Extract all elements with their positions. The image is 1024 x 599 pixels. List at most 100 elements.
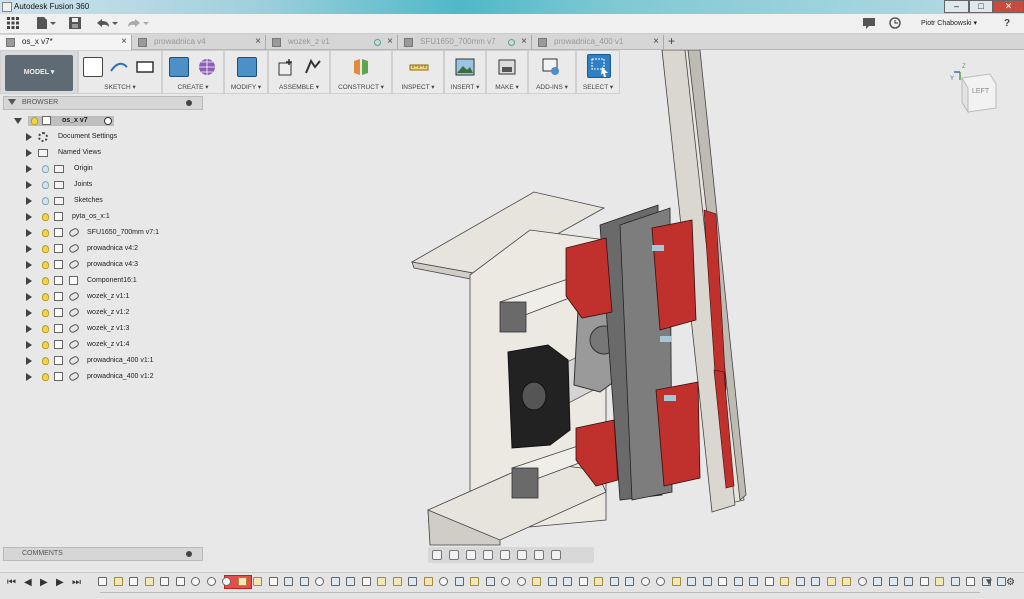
timeline-feature-icon[interactable]	[904, 577, 913, 586]
timeline-feature-icon[interactable]	[811, 577, 820, 586]
fit-icon[interactable]	[500, 550, 510, 560]
timeline-marker-icon[interactable]: ▼	[984, 578, 994, 588]
expand-icon[interactable]	[14, 118, 22, 124]
display-settings-icon[interactable]	[517, 550, 527, 560]
expand-icon[interactable]	[26, 261, 32, 269]
visibility-bulb-icon[interactable]	[42, 245, 49, 253]
close-tab-icon[interactable]: ×	[653, 35, 659, 49]
create-sketch-icon[interactable]	[83, 57, 103, 77]
activate-radio-icon[interactable]	[104, 117, 112, 125]
timeline-feature-icon[interactable]	[842, 577, 851, 586]
browser-item[interactable]: wozek_z v1:2	[22, 306, 172, 319]
visibility-bulb-icon[interactable]	[31, 117, 38, 125]
browser-item[interactable]: wozek_z v1:4	[22, 338, 172, 351]
play-icon[interactable]: ▶	[40, 578, 48, 588]
view-cube[interactable]: LEFT Z Y	[950, 64, 1002, 118]
3d-viewport[interactable]	[205, 49, 1024, 562]
timeline-feature-icon[interactable]	[594, 577, 603, 586]
expand-icon[interactable]	[26, 229, 32, 237]
minimize-button[interactable]: –	[944, 0, 969, 13]
timeline-feature-icon[interactable]	[268, 577, 278, 586]
rectangle-icon[interactable]	[135, 57, 155, 77]
timeline-feature-icon[interactable]	[315, 577, 324, 586]
timeline-feature-icon[interactable]	[780, 577, 789, 586]
timeline-feature-icon[interactable]	[656, 577, 665, 586]
options-icon[interactable]	[186, 100, 192, 106]
timeline-feature-icon[interactable]	[237, 577, 247, 586]
timeline-feature-icon[interactable]	[299, 577, 309, 586]
timeline-feature-icon[interactable]	[671, 577, 681, 586]
help-menu[interactable]: ?	[996, 17, 1018, 30]
expand-icon[interactable]	[26, 165, 32, 173]
notifications-icon[interactable]	[862, 17, 876, 30]
expand-icon[interactable]	[26, 197, 32, 205]
expand-icon[interactable]	[26, 149, 32, 157]
timeline-feature-icon[interactable]	[516, 577, 526, 586]
tab-wozek-z-v1[interactable]: wozek_z v1 ×	[266, 35, 398, 50]
timeline-feature-icon[interactable]	[501, 577, 510, 586]
timeline-feature-icon[interactable]	[423, 577, 433, 586]
timeline-feature-icon[interactable]	[532, 577, 541, 586]
pan-icon[interactable]	[466, 550, 476, 560]
timeline-feature-icon[interactable]	[222, 577, 231, 586]
orbit-icon[interactable]	[432, 550, 442, 560]
timeline-feature-icon[interactable]	[749, 577, 758, 586]
visibility-bulb-icon[interactable]	[42, 357, 49, 365]
timeline-feature-icon[interactable]	[702, 577, 712, 586]
browser-item[interactable]: Named Views	[22, 147, 172, 159]
collapse-icon[interactable]	[8, 99, 16, 105]
visibility-bulb-icon[interactable]	[42, 229, 49, 237]
timeline-feature-icon[interactable]	[470, 577, 479, 586]
expand-icon[interactable]	[26, 245, 32, 253]
visibility-bulb-icon[interactable]	[42, 181, 49, 189]
visibility-bulb-icon[interactable]	[42, 165, 49, 173]
timeline-feature-icon[interactable]	[919, 577, 929, 586]
timeline-feature-icon[interactable]	[485, 577, 495, 586]
grid-settings-icon[interactable]	[534, 550, 544, 560]
timeline-feature-icon[interactable]	[206, 577, 216, 586]
timeline-feature-icon[interactable]	[160, 577, 169, 586]
browser-item[interactable]: Joints	[22, 179, 172, 191]
timeline-feature-icon[interactable]	[888, 577, 898, 586]
close-window-button[interactable]: ✕	[993, 0, 1024, 13]
zoom-icon[interactable]	[483, 550, 493, 560]
expand-icon[interactable]	[26, 277, 32, 285]
timeline-feature-icon[interactable]	[640, 577, 650, 586]
timeline-feature-icon[interactable]	[718, 577, 727, 586]
file-menu-icon[interactable]	[36, 17, 56, 30]
go-to-start-icon[interactable]: ⏮	[7, 578, 16, 588]
expand-icon[interactable]	[26, 213, 32, 221]
expand-icon[interactable]	[26, 357, 32, 365]
close-tab-icon[interactable]: ×	[521, 35, 527, 49]
timeline-feature-icon[interactable]	[113, 577, 123, 586]
maximize-button[interactable]: □	[969, 0, 993, 13]
timeline-feature-icon[interactable]	[873, 577, 882, 586]
timeline-feature-icon[interactable]	[361, 577, 371, 586]
timeline-feature-icon[interactable]	[454, 577, 464, 586]
timeline-feature-icon[interactable]	[408, 577, 417, 586]
step-forward-icon[interactable]: ▶	[56, 578, 64, 588]
timeline-feature-icon[interactable]	[935, 577, 944, 586]
timeline-feature-icon[interactable]	[439, 577, 448, 586]
timeline-feature-icon[interactable]	[966, 577, 975, 586]
comments-options-icon[interactable]	[186, 551, 192, 557]
expand-icon[interactable]	[26, 341, 32, 349]
visibility-bulb-icon[interactable]	[42, 341, 49, 349]
close-tab-icon[interactable]: ×	[255, 35, 261, 49]
browser-item[interactable]: Component16:1	[22, 275, 172, 287]
sketch-menu[interactable]: SKETCH ▾	[79, 83, 161, 91]
job-status-icon[interactable]	[888, 17, 902, 30]
undo-icon[interactable]	[95, 17, 119, 30]
tab-prowadnica-v4[interactable]: prowadnica v4 ×	[132, 35, 266, 50]
timeline-feature-icon[interactable]	[687, 577, 696, 586]
tab-prowadnica-400[interactable]: prowadnica_400 v1 ×	[532, 35, 664, 50]
tab-os-x-v7[interactable]: os_x v7* ×	[0, 35, 132, 50]
timeline-feature-icon[interactable]	[625, 577, 634, 586]
expand-icon[interactable]	[26, 325, 32, 333]
browser-item[interactable]: prowadnica v4:2	[22, 242, 172, 255]
timeline-feature-icon[interactable]	[191, 577, 200, 586]
browser-root[interactable]: os_x v7	[14, 115, 124, 127]
browser-item[interactable]: Sketches	[22, 195, 172, 207]
timeline-feature-icon[interactable]	[764, 577, 774, 586]
timeline-feature-icon[interactable]	[284, 577, 293, 586]
